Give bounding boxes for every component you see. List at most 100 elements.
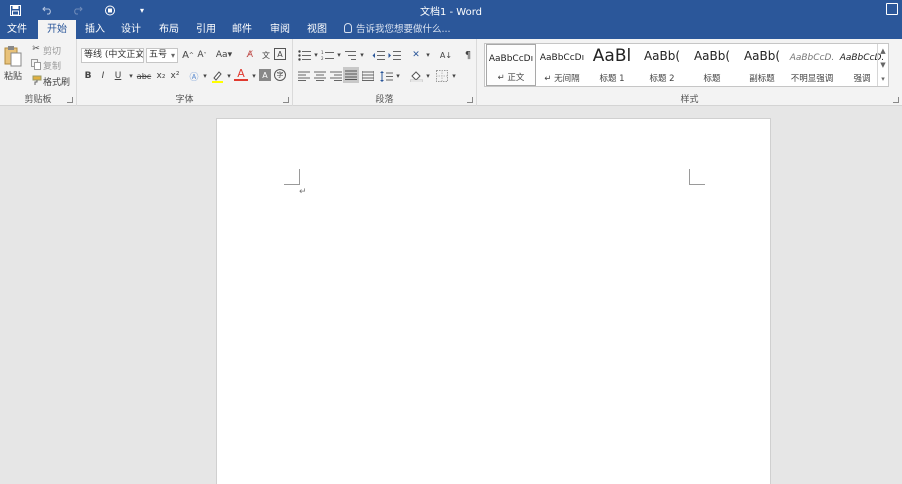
font-group: 等线 (中文正文) 五号 A^ A˅ Aa▾ A̸ 文 A B I U ▾ ab…: [77, 39, 293, 106]
tab-references[interactable]: 引用: [189, 20, 223, 39]
style-sample: AaBl: [592, 46, 632, 66]
bold-button[interactable]: B: [81, 69, 95, 83]
style-no-spacing[interactable]: AaBbCcDı ↵ 无间隔: [537, 44, 587, 86]
tab-file[interactable]: 文件: [0, 20, 34, 39]
chinese-layout-dropdown-icon[interactable]: ▾: [421, 48, 435, 62]
multilevel-dropdown-icon[interactable]: ▾: [355, 48, 369, 62]
scissors-icon[interactable]: ✂: [29, 42, 43, 56]
underline-button[interactable]: U: [111, 69, 125, 83]
gallery-more-icon[interactable]: ▾: [878, 72, 888, 86]
ribbon: 粘贴 ✂ 剪切 复制 格式刷 剪贴板 等线 (中文正文) 五号 A^ A˅ Aa…: [0, 39, 902, 106]
tab-layout[interactable]: 布局: [152, 20, 186, 39]
tab-view[interactable]: 视图: [300, 20, 334, 39]
font-name-combo[interactable]: 等线 (中文正文): [81, 48, 144, 63]
grow-font-icon[interactable]: A ^: [181, 48, 195, 62]
paragraph-label: 段落: [375, 95, 394, 105]
style-subtle-emphasis[interactable]: AaBbCcD. 不明显强调: [787, 44, 837, 86]
style-name: 标题: [703, 74, 721, 84]
paste-button[interactable]: 粘贴: [4, 69, 22, 82]
style-name: ↵ 正文: [497, 73, 525, 83]
character-border-icon[interactable]: A: [274, 48, 286, 60]
style-sample: AaBb(: [643, 49, 681, 63]
font-color-icon[interactable]: A: [234, 67, 248, 81]
style-sample: AaBb(: [743, 49, 781, 63]
shading-dropdown-icon[interactable]: ▾: [421, 69, 435, 83]
gallery-up-icon[interactable]: ▲: [878, 44, 888, 58]
styles-label: 样式: [680, 95, 699, 105]
lightbulb-icon: [344, 23, 352, 33]
align-center-icon[interactable]: [313, 69, 327, 83]
superscript-button[interactable]: x²: [168, 69, 182, 83]
align-right-icon[interactable]: [329, 69, 343, 83]
copy-button[interactable]: 复制: [43, 59, 61, 72]
copy-icon[interactable]: [29, 57, 43, 71]
tab-design[interactable]: 设计: [114, 20, 148, 39]
paragraph-group: ▾ 12 ▾ ▾ ✕ ▾ A↓ ¶ ▾ ▾ ▾ 段落: [293, 39, 477, 106]
style-heading-1[interactable]: AaBl 标题 1: [587, 44, 637, 86]
ribbon-display-options-icon[interactable]: [886, 3, 898, 15]
change-case-glyph: Aa: [215, 50, 228, 60]
format-painter-button[interactable]: 格式刷: [43, 75, 70, 88]
title-bar: ▾ 文档1 - Word: [0, 0, 902, 20]
font-label: 字体: [175, 95, 194, 105]
phonetic-guide-icon[interactable]: 文: [259, 48, 273, 62]
tab-mailings[interactable]: 邮件: [225, 20, 259, 39]
style-name: 标题 1: [599, 74, 625, 84]
margin-corner-top-right: [689, 169, 705, 185]
gallery-scroll: ▲ ▼ ▾: [877, 44, 888, 86]
borders-dropdown-icon[interactable]: ▾: [447, 69, 461, 83]
style-subtitle[interactable]: AaBb( 副标题: [737, 44, 787, 86]
clear-formatting-icon[interactable]: A̸: [243, 48, 257, 62]
font-launcher-icon[interactable]: [283, 97, 289, 103]
style-heading-2[interactable]: AaBb( 标题 2: [637, 44, 687, 86]
decrease-indent-icon[interactable]: [371, 48, 385, 62]
subscript-button[interactable]: x₂: [154, 69, 168, 83]
distributed-icon[interactable]: [361, 69, 375, 83]
tab-review[interactable]: 审阅: [263, 20, 297, 39]
window-title: 文档1 - Word: [419, 7, 483, 18]
strikethrough-button[interactable]: abc: [135, 69, 153, 83]
clipboard-label: 剪贴板: [24, 95, 52, 105]
tell-me-text: 告诉我您想要做什么...: [356, 24, 451, 35]
style-name: ↵ 无间隔: [544, 74, 580, 84]
svg-text:2: 2: [321, 56, 324, 61]
paragraph-launcher-icon[interactable]: [467, 97, 473, 103]
style-name: 标题 2: [649, 74, 675, 84]
styles-gallery: AaBbCcDı ↵ 正文 AaBbCcDı ↵ 无间隔 AaBl 标题 1 A…: [484, 43, 889, 87]
svg-text:1: 1: [321, 50, 324, 55]
style-title[interactable]: AaBb( 标题: [687, 44, 737, 86]
shrink-font-icon[interactable]: A ˅: [195, 48, 209, 62]
grow-font-glyph: A: [182, 49, 189, 61]
enclose-characters-icon[interactable]: 字: [274, 69, 286, 81]
increase-indent-icon[interactable]: [387, 48, 401, 62]
align-left-icon[interactable]: [297, 69, 311, 83]
paragraph-mark: ↵: [299, 187, 307, 197]
tab-insert[interactable]: 插入: [78, 20, 112, 39]
change-case-icon[interactable]: Aa ▾: [213, 48, 235, 62]
ribbon-tabs: 文件 开始 插入 设计 布局 引用 邮件 审阅 视图 告诉我您想要做什么...: [0, 20, 902, 39]
clipboard-launcher-icon[interactable]: [67, 97, 73, 103]
style-sample: AaBb(: [693, 49, 731, 63]
tab-home[interactable]: 开始: [38, 20, 76, 39]
show-marks-icon[interactable]: ¶: [461, 48, 475, 62]
style-sample: AaBbCcDı: [539, 53, 585, 63]
justify-icon[interactable]: [343, 67, 359, 83]
format-painter-icon[interactable]: [29, 73, 43, 87]
character-shading-icon[interactable]: A: [259, 69, 271, 81]
clipboard-group: 粘贴 ✂ 剪切 复制 格式刷 剪贴板: [0, 39, 77, 106]
style-sample: AaBbCcDı: [488, 54, 534, 64]
margin-corner-top-left: [284, 169, 300, 185]
styles-launcher-icon[interactable]: [893, 97, 899, 103]
style-normal[interactable]: AaBbCcDı ↵ 正文: [486, 44, 536, 86]
font-size-combo[interactable]: 五号: [146, 48, 178, 63]
tell-me-box[interactable]: 告诉我您想要做什么...: [344, 20, 451, 39]
line-spacing-dropdown-icon[interactable]: ▾: [391, 69, 405, 83]
document-page[interactable]: ↵: [216, 118, 771, 484]
cut-button[interactable]: 剪切: [43, 44, 61, 57]
gallery-down-icon[interactable]: ▼: [878, 58, 888, 72]
italic-button[interactable]: I: [96, 69, 110, 83]
paste-icon[interactable]: [4, 45, 22, 67]
style-name: 副标题: [749, 74, 775, 84]
style-sample: AaBbCcD.: [789, 53, 835, 63]
sort-icon[interactable]: A↓: [439, 48, 453, 62]
